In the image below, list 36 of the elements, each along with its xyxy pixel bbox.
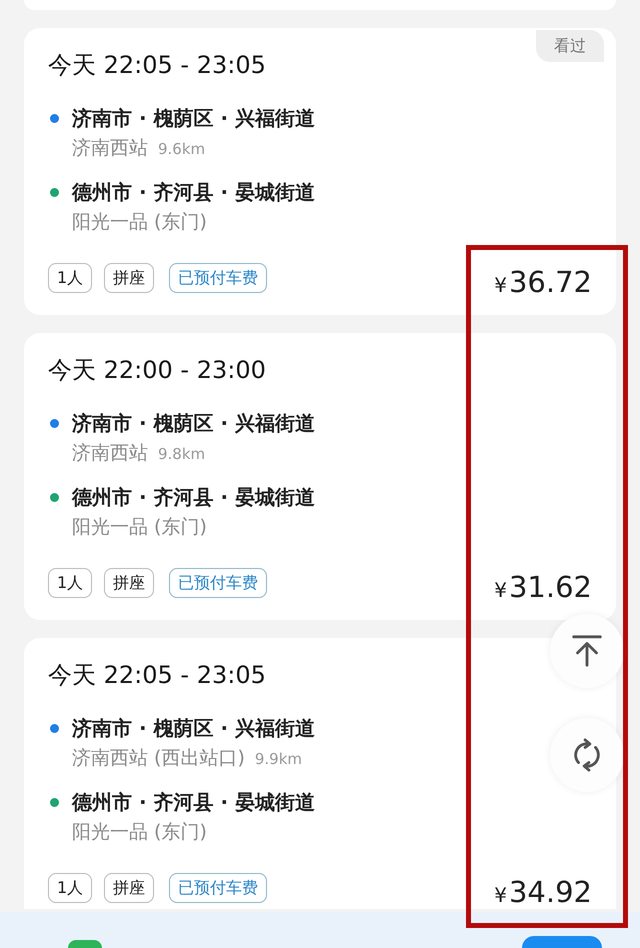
order-card[interactable]: 今天 22:00 - 23:00 济南市 · 槐荫区 · 兴福街道 济南西站 9.8km 德州市 · 齐河县 · 晏城街道 阳光一品 (东门) 1人 拼座 已预付车费 ¥31.62 [24,333,616,620]
info-tag: 拼座 [104,263,154,293]
price-text: ¥36.72 [494,264,592,300]
distance-text: 9.6km [158,140,206,158]
place-text: 阳光一品 (东门) [72,515,207,540]
order-card[interactable]: 今天 22:05 - 23:05 济南市 · 槐荫区 · 兴福街道 济南西站 (西出站口) 9.9km 德州市 · 齐河县 · 晏城街道 阳光一品 (东门) 1人 拼座 已预付车费 ¥34.92 [24,638,616,909]
prepaid-tag: 已预付车费 [169,873,268,903]
info-tag: 拼座 [104,873,154,903]
place-text: 济南西站 (西出站口) [72,746,245,771]
place-text: 阳光一品 (东门) [72,820,207,845]
place-text: 济南西站 [72,136,148,161]
arrow-up-icon [570,634,604,668]
time-range: 今天 22:00 - 23:00 [48,355,267,385]
price-text: ¥31.62 [494,570,592,606]
address-text: 德州市 · 齐河县 · 晏城街道 [72,179,316,206]
prepaid-tag: 已预付车费 [169,263,268,293]
info-tag: 拼座 [104,568,154,598]
place-text: 济南西站 [72,441,148,466]
info-tag: 1人 [48,263,92,293]
price-text: ¥34.92 [494,874,592,910]
info-tag: 1人 [48,873,92,903]
address-text: 德州市 · 齐河县 · 晏城街道 [72,484,316,511]
address-text: 济南市 · 槐荫区 · 兴福街道 [72,715,316,742]
action-button[interactable] [522,936,602,948]
address-text: 济南市 · 槐荫区 · 兴福街道 [72,105,316,132]
address-text: 济南市 · 槐荫区 · 兴福街道 [72,410,316,437]
distance-text: 9.9km [254,750,302,768]
address-text: 德州市 · 齐河县 · 晏城街道 [72,789,316,816]
distance-text: 9.8km [158,445,206,463]
order-card[interactable]: 看过 今天 22:05 - 23:05 济南市 · 槐荫区 · 兴福街道 济南西站 9.6km 德州市 · 齐河县 · 晏城街道 阳光一品 (东门) 1人 拼座 已预付车费 ¥36.72 [24,28,616,315]
viewed-badge: 看过 [536,30,604,62]
prepaid-tag: 已预付车费 [169,568,268,598]
place-text: 阳光一品 (东门) [72,210,207,235]
info-tag: 1人 [48,568,92,598]
time-range: 今天 22:05 - 23:05 [48,660,267,690]
time-range: 今天 22:05 - 23:05 [48,50,267,80]
